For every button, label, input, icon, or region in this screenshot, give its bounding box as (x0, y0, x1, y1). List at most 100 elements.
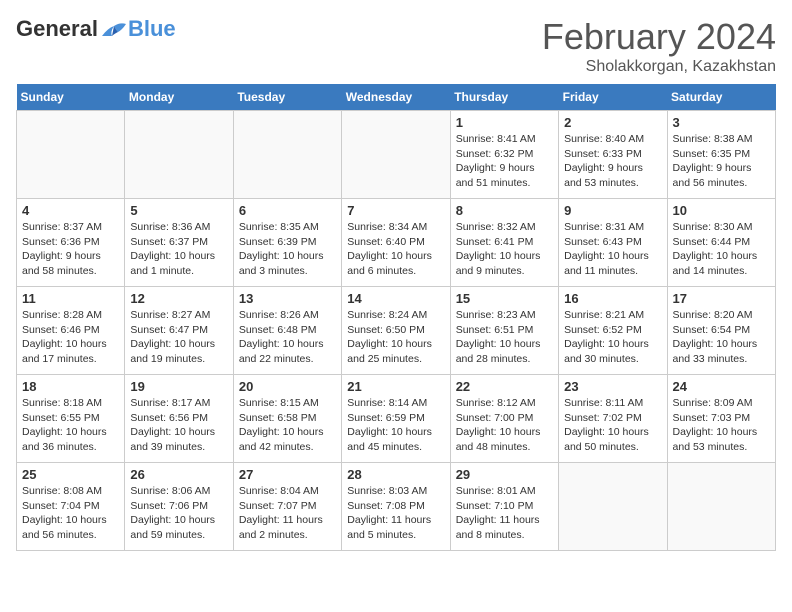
day-info: Sunrise: 8:41 AM Sunset: 6:32 PM Dayligh… (456, 132, 553, 191)
day-info: Sunrise: 8:32 AM Sunset: 6:41 PM Dayligh… (456, 220, 553, 279)
weekday-header-row: SundayMondayTuesdayWednesdayThursdayFrid… (17, 84, 776, 111)
calendar-table: SundayMondayTuesdayWednesdayThursdayFrid… (16, 84, 776, 551)
day-number: 22 (456, 379, 553, 394)
logo: General Blue (16, 16, 176, 42)
calendar-cell: 15 Sunrise: 8:23 AM Sunset: 6:51 PM Dayli… (450, 287, 558, 375)
day-info: Sunrise: 8:17 AM Sunset: 6:56 PM Dayligh… (130, 396, 227, 455)
day-info: Sunrise: 8:37 AM Sunset: 6:36 PM Dayligh… (22, 220, 119, 279)
calendar-cell: 2 Sunrise: 8:40 AM Sunset: 6:33 PM Daylig… (559, 111, 667, 199)
day-info: Sunrise: 8:34 AM Sunset: 6:40 PM Dayligh… (347, 220, 444, 279)
calendar-week-row: 4 Sunrise: 8:37 AM Sunset: 6:36 PM Daylig… (17, 199, 776, 287)
day-info: Sunrise: 8:09 AM Sunset: 7:03 PM Dayligh… (673, 396, 770, 455)
logo-general-text: General (16, 16, 98, 42)
day-number: 3 (673, 115, 770, 130)
day-info: Sunrise: 8:23 AM Sunset: 6:51 PM Dayligh… (456, 308, 553, 367)
day-number: 17 (673, 291, 770, 306)
day-number: 8 (456, 203, 553, 218)
logo-bird-icon (100, 18, 128, 40)
day-number: 14 (347, 291, 444, 306)
day-number: 15 (456, 291, 553, 306)
day-info: Sunrise: 8:11 AM Sunset: 7:02 PM Dayligh… (564, 396, 661, 455)
day-info: Sunrise: 8:26 AM Sunset: 6:48 PM Dayligh… (239, 308, 336, 367)
day-info: Sunrise: 8:38 AM Sunset: 6:35 PM Dayligh… (673, 132, 770, 191)
day-number: 2 (564, 115, 661, 130)
calendar-week-row: 18Sunrise: 8:18 AM Sunset: 6:55 PM Dayli… (17, 375, 776, 463)
calendar-cell: 3 Sunrise: 8:38 AM Sunset: 6:35 PM Daylig… (667, 111, 775, 199)
day-number: 23 (564, 379, 661, 394)
calendar-cell: 18Sunrise: 8:18 AM Sunset: 6:55 PM Dayli… (17, 375, 125, 463)
calendar-cell: 26Sunrise: 8:06 AM Sunset: 7:06 PM Dayli… (125, 463, 233, 551)
day-number: 25 (22, 467, 119, 482)
day-number: 4 (22, 203, 119, 218)
calendar-cell: 1 Sunrise: 8:41 AM Sunset: 6:32 PM Daylig… (450, 111, 558, 199)
day-info: Sunrise: 8:20 AM Sunset: 6:54 PM Dayligh… (673, 308, 770, 367)
calendar-cell: 5Sunrise: 8:36 AM Sunset: 6:37 PM Daylig… (125, 199, 233, 287)
calendar-cell: 12Sunrise: 8:27 AM Sunset: 6:47 PM Dayli… (125, 287, 233, 375)
day-info: Sunrise: 8:15 AM Sunset: 6:58 PM Dayligh… (239, 396, 336, 455)
day-number: 6 (239, 203, 336, 218)
day-number: 1 (456, 115, 553, 130)
calendar-week-row: 1 Sunrise: 8:41 AM Sunset: 6:32 PM Daylig… (17, 111, 776, 199)
calendar-cell: 24 Sunrise: 8:09 AM Sunset: 7:03 PM Dayli… (667, 375, 775, 463)
calendar-cell: 8 Sunrise: 8:32 AM Sunset: 6:41 PM Daylig… (450, 199, 558, 287)
day-info: Sunrise: 8:31 AM Sunset: 6:43 PM Dayligh… (564, 220, 661, 279)
day-number: 16 (564, 291, 661, 306)
day-info: Sunrise: 8:40 AM Sunset: 6:33 PM Dayligh… (564, 132, 661, 191)
weekday-header-tuesday: Tuesday (233, 84, 341, 111)
calendar-cell (342, 111, 450, 199)
calendar-cell: 19 Sunrise: 8:17 AM Sunset: 6:56 PM Dayli… (125, 375, 233, 463)
day-info: Sunrise: 8:36 AM Sunset: 6:37 PM Dayligh… (130, 220, 227, 279)
day-info: Sunrise: 8:03 AM Sunset: 7:08 PM Dayligh… (347, 484, 444, 543)
weekday-header-monday: Monday (125, 84, 233, 111)
day-info: Sunrise: 8:12 AM Sunset: 7:00 PM Dayligh… (456, 396, 553, 455)
day-info: Sunrise: 8:30 AM Sunset: 6:44 PM Dayligh… (673, 220, 770, 279)
calendar-cell: 29 Sunrise: 8:01 AM Sunset: 7:10 PM Dayli… (450, 463, 558, 551)
weekday-header-friday: Friday (559, 84, 667, 111)
day-number: 11 (22, 291, 119, 306)
day-number: 29 (456, 467, 553, 482)
calendar-cell: 11 Sunrise: 8:28 AM Sunset: 6:46 PM Dayli… (17, 287, 125, 375)
calendar-cell: 4 Sunrise: 8:37 AM Sunset: 6:36 PM Daylig… (17, 199, 125, 287)
calendar-cell: 20 Sunrise: 8:15 AM Sunset: 6:58 PM Dayli… (233, 375, 341, 463)
day-number: 19 (130, 379, 227, 394)
calendar-cell (17, 111, 125, 199)
day-info: Sunrise: 8:27 AM Sunset: 6:47 PM Dayligh… (130, 308, 227, 367)
calendar-cell: 25 Sunrise: 8:08 AM Sunset: 7:04 PM Dayli… (17, 463, 125, 551)
day-number: 26 (130, 467, 227, 482)
calendar-cell: 28 Sunrise: 8:03 AM Sunset: 7:08 PM Dayli… (342, 463, 450, 551)
calendar-cell: 7 Sunrise: 8:34 AM Sunset: 6:40 PM Daylig… (342, 199, 450, 287)
day-number: 28 (347, 467, 444, 482)
day-number: 10 (673, 203, 770, 218)
day-number: 9 (564, 203, 661, 218)
day-number: 7 (347, 203, 444, 218)
day-number: 24 (673, 379, 770, 394)
day-info: Sunrise: 8:21 AM Sunset: 6:52 PM Dayligh… (564, 308, 661, 367)
calendar-cell: 22 Sunrise: 8:12 AM Sunset: 7:00 PM Dayli… (450, 375, 558, 463)
day-number: 20 (239, 379, 336, 394)
calendar-cell: 14Sunrise: 8:24 AM Sunset: 6:50 PM Dayli… (342, 287, 450, 375)
day-info: Sunrise: 8:35 AM Sunset: 6:39 PM Dayligh… (239, 220, 336, 279)
calendar-cell: 10 Sunrise: 8:30 AM Sunset: 6:44 PM Dayli… (667, 199, 775, 287)
day-info: Sunrise: 8:14 AM Sunset: 6:59 PM Dayligh… (347, 396, 444, 455)
weekday-header-saturday: Saturday (667, 84, 775, 111)
title-block: February 2024 Sholakkorgan, Kazakhstan (542, 16, 776, 76)
calendar-week-row: 25 Sunrise: 8:08 AM Sunset: 7:04 PM Dayli… (17, 463, 776, 551)
month-title: February 2024 (542, 16, 776, 58)
weekday-header-sunday: Sunday (17, 84, 125, 111)
calendar-cell: 23 Sunrise: 8:11 AM Sunset: 7:02 PM Dayli… (559, 375, 667, 463)
day-number: 21 (347, 379, 444, 394)
logo-blue-text: Blue (128, 16, 176, 42)
calendar-cell (125, 111, 233, 199)
weekday-header-thursday: Thursday (450, 84, 558, 111)
day-info: Sunrise: 8:18 AM Sunset: 6:55 PM Dayligh… (22, 396, 119, 455)
day-info: Sunrise: 8:28 AM Sunset: 6:46 PM Dayligh… (22, 308, 119, 367)
calendar-cell: 21 Sunrise: 8:14 AM Sunset: 6:59 PM Dayli… (342, 375, 450, 463)
calendar-cell: 6 Sunrise: 8:35 AM Sunset: 6:39 PM Daylig… (233, 199, 341, 287)
day-number: 27 (239, 467, 336, 482)
page-header: General Blue February 2024 Sholakkorgan,… (16, 16, 776, 76)
day-info: Sunrise: 8:04 AM Sunset: 7:07 PM Dayligh… (239, 484, 336, 543)
day-info: Sunrise: 8:08 AM Sunset: 7:04 PM Dayligh… (22, 484, 119, 543)
calendar-week-row: 11 Sunrise: 8:28 AM Sunset: 6:46 PM Dayli… (17, 287, 776, 375)
day-info: Sunrise: 8:01 AM Sunset: 7:10 PM Dayligh… (456, 484, 553, 543)
calendar-cell: 16 Sunrise: 8:21 AM Sunset: 6:52 PM Dayli… (559, 287, 667, 375)
